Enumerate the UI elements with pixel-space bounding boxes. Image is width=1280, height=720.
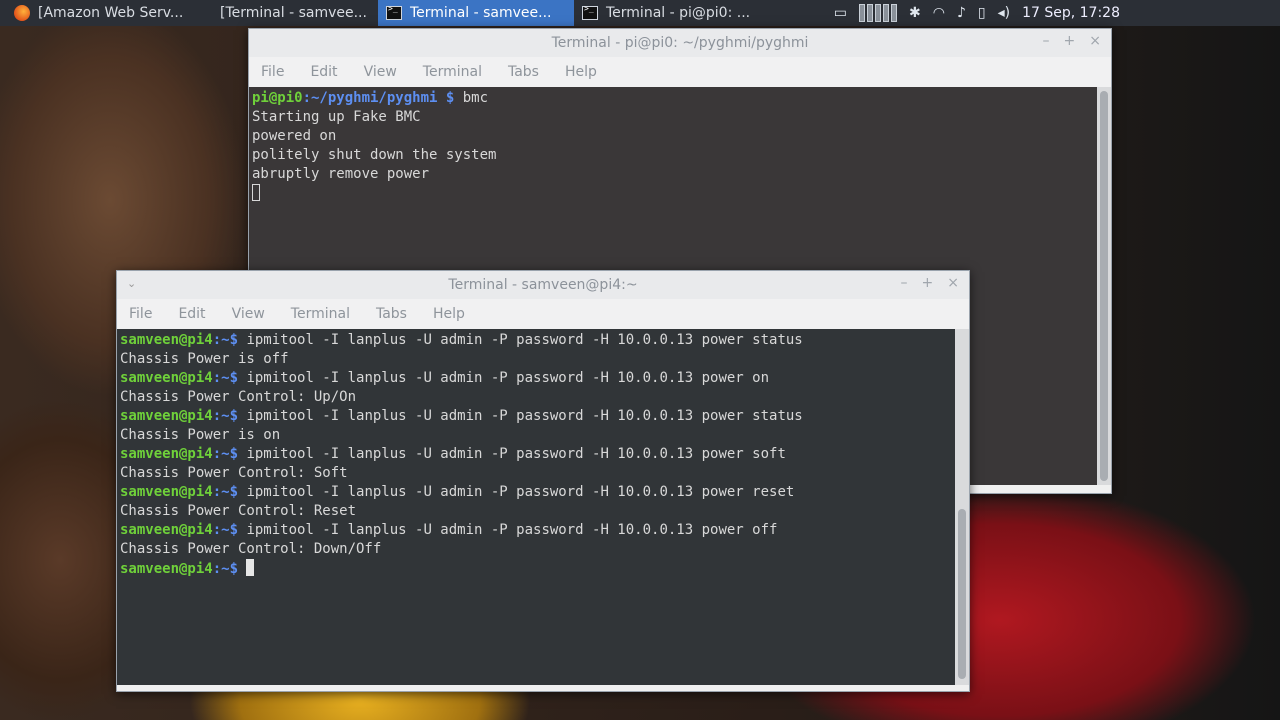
terminal-line: Starting up Fake BMC [252,109,421,125]
command-text: ipmitool -I lanplus -U admin -P password… [238,370,770,386]
prompt-user: samveen@pi4 [120,408,213,424]
prompt-user: samveen@pi4 [120,484,213,500]
menu-edit[interactable]: Edit [178,306,205,322]
prompt-user: samveen@pi4 [120,332,213,348]
taskbar-task-label: [Terminal - samvee... [220,5,367,21]
command-text: ipmitool -I lanplus -U admin -P password… [238,522,778,538]
minimize-icon[interactable]: – [901,275,908,291]
terminal-line: politely shut down the system [252,147,497,163]
maximize-icon[interactable]: + [1064,33,1076,49]
menu-tabs[interactable]: Tabs [508,64,539,80]
system-tray: ▭ ✱ ◠ ♪ ▯ ◂) 17 Sep, 17:28 [834,4,1280,22]
close-icon[interactable]: × [1089,33,1101,49]
terminal-line: samveen@pi4:~$ ipmitool -I lanplus -U ad… [120,407,966,426]
terminal-line: samveen@pi4:~$ ipmitool -I lanplus -U ad… [120,445,966,464]
prompt-path: :~$ [212,561,239,577]
menu-view[interactable]: View [232,306,265,322]
prompt-path: :~$ [212,484,239,500]
maximize-icon[interactable]: + [922,275,934,291]
terminal-line: Chassis Power Control: Up/On [120,389,357,405]
bluetooth-icon[interactable]: ✱ [909,5,921,21]
menu-help[interactable]: Help [565,64,597,80]
prompt-path: :~/pyghmi/pyghmi $ [302,90,455,106]
window-title: Terminal - samveen@pi4:~ [448,277,638,293]
terminal-line [252,184,1108,204]
battery-icon[interactable]: ▯ [978,5,986,21]
terminal-window-pi4[interactable]: ⌄ Terminal - samveen@pi4:~ – + × File Ed… [116,270,970,692]
notification-bell-icon[interactable]: ♪ [957,5,966,21]
menu-view[interactable]: View [364,64,397,80]
minimize-icon[interactable]: – [1043,33,1050,49]
volume-icon[interactable]: ◂) [998,5,1011,21]
menu-terminal[interactable]: Terminal [423,64,482,80]
menu-edit[interactable]: Edit [310,64,337,80]
prompt-user: samveen@pi4 [120,561,213,577]
prompt-user: samveen@pi4 [120,370,213,386]
terminal-line: samveen@pi4:~$ ipmitool -I lanplus -U ad… [120,483,966,502]
menu-terminal[interactable]: Terminal [291,306,350,322]
terminal-line: Chassis Power Control: Soft [120,465,348,481]
prompt-path: :~$ [212,408,239,424]
scrollbar[interactable] [1097,87,1111,485]
cpu-graph-icon[interactable] [858,4,897,22]
terminal-line: samveen@pi4:~$ ipmitool -I lanplus -U ad… [120,369,966,388]
terminal-line: Chassis Power Control: Reset [120,503,357,519]
prompt-user: samveen@pi4 [120,446,213,462]
taskbar-task-label: Terminal - samvee... [410,5,552,21]
firefox-icon [14,5,30,21]
taskbar-task-terminal-pi0[interactable]: Terminal - pi@pi0: ... [574,0,780,26]
terminal-line: pi@pi0:~/pyghmi/pyghmi $ bmc [252,89,1108,108]
menu-bar: File Edit View Terminal Tabs Help [249,57,1111,87]
window-menu-icon[interactable]: ⌄ [127,277,136,290]
network-display-icon[interactable]: ▭ [834,5,847,21]
text-cursor [252,184,260,201]
scrollbar[interactable] [955,329,969,685]
terminal-icon [386,4,402,20]
command-text: ipmitool -I lanplus -U admin -P password… [238,446,786,462]
prompt-user: samveen@pi4 [120,522,213,538]
terminal-line: Chassis Power is off [120,351,289,367]
terminal-output[interactable]: samveen@pi4:~$ ipmitool -I lanplus -U ad… [117,329,969,685]
menu-help[interactable]: Help [433,306,465,322]
terminal-line: powered on [252,128,337,144]
terminal-line: Chassis Power Control: Down/Off [120,541,382,557]
wifi-icon[interactable]: ◠ [933,5,945,21]
terminal-line: samveen@pi4:~$ ipmitool -I lanplus -U ad… [120,521,966,540]
command-text: ipmitool -I lanplus -U admin -P password… [238,408,803,424]
menu-file[interactable]: File [129,306,152,322]
menu-bar: File Edit View Terminal Tabs Help [117,299,969,329]
prompt-path: :~$ [212,332,239,348]
close-icon[interactable]: × [947,275,959,291]
command-text: ipmitool -I lanplus -U admin -P password… [238,332,803,348]
text-cursor [246,559,255,576]
window-titlebar[interactable]: Terminal - pi@pi0: ~/pyghmi/pyghmi – + × [249,29,1111,57]
taskbar-task-browser[interactable]: [Amazon Web Serv... [0,0,212,26]
terminal-line: samveen@pi4:~$ [120,559,966,579]
command-text: bmc [454,90,489,106]
prompt-path: :~$ [212,446,239,462]
scrollbar-thumb[interactable] [958,509,966,679]
taskbar-task-terminal-1[interactable]: [Terminal - samvee... [212,0,378,26]
menu-file[interactable]: File [261,64,284,80]
terminal-line: Chassis Power is on [120,427,281,443]
command-text: ipmitool -I lanplus -U admin -P password… [238,484,795,500]
terminal-icon [582,4,598,20]
taskbar-task-terminal-active[interactable]: Terminal - samvee... [378,0,574,26]
menu-tabs[interactable]: Tabs [376,306,407,322]
taskbar: [Amazon Web Serv... [Terminal - samvee..… [0,0,1280,26]
terminal-line: abruptly remove power [252,166,430,182]
prompt-path: :~$ [212,370,239,386]
terminal-line: samveen@pi4:~$ ipmitool -I lanplus -U ad… [120,331,966,350]
prompt-path: :~$ [212,522,239,538]
taskbar-task-label: Terminal - pi@pi0: ... [606,5,751,21]
scrollbar-thumb[interactable] [1100,91,1108,481]
prompt-user: pi@pi0 [252,90,303,106]
taskbar-task-label: [Amazon Web Serv... [38,5,184,21]
clock[interactable]: 17 Sep, 17:28 [1022,5,1120,21]
window-title: Terminal - pi@pi0: ~/pyghmi/pyghmi [551,35,809,51]
window-titlebar[interactable]: ⌄ Terminal - samveen@pi4:~ – + × [117,271,969,299]
